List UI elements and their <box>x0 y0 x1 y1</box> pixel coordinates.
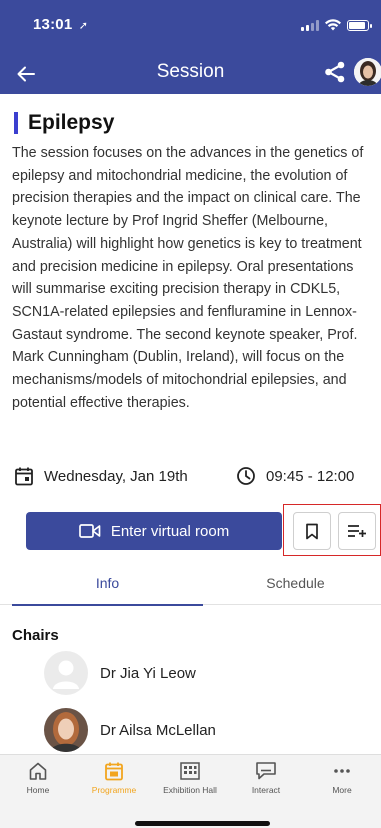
wifi-icon <box>325 19 341 31</box>
share-icon[interactable] <box>323 60 347 84</box>
bottom-nav: Home Programme Exhibition Hall Interact … <box>0 754 381 828</box>
session-description: The session focuses on the advances in t… <box>12 145 364 411</box>
more-icon <box>334 769 350 773</box>
bottom-nav-label: More <box>332 785 352 795</box>
session-title: Epilepsy <box>28 111 115 134</box>
video-camera-icon <box>78 524 101 538</box>
home-icon <box>29 762 47 780</box>
session-date: Wednesday, Jan 19th <box>14 466 188 486</box>
bottom-nav-label: Home <box>26 785 50 795</box>
title-accent-bar <box>14 112 18 134</box>
tab-info[interactable]: Info <box>12 575 203 606</box>
add-to-playlist-button[interactable] <box>338 512 376 550</box>
chat-icon <box>256 762 276 780</box>
calendar-icon <box>105 762 123 781</box>
location-icon: ➚ <box>78 20 89 32</box>
playlist-add-icon <box>348 525 366 537</box>
status-time-text: 13:01 <box>33 16 73 33</box>
bookmark-icon <box>306 523 318 539</box>
chairs-heading: Chairs <box>12 627 59 644</box>
session-header: Epilepsy <box>14 111 114 135</box>
status-bar: 13:01 ➚ <box>0 0 381 52</box>
chair-name: Dr Ailsa McLellan <box>100 721 216 739</box>
bottom-nav-programme[interactable]: Programme <box>76 761 152 795</box>
session-time-text: 09:45 - 12:00 <box>266 467 355 485</box>
bottom-nav-label: Interact <box>251 785 281 795</box>
bottom-nav-more[interactable]: More <box>304 761 380 795</box>
clock-icon <box>237 467 255 485</box>
session-meta: Wednesday, Jan 19th 09:45 - 12:00 <box>14 466 380 490</box>
bookmark-button[interactable] <box>293 512 331 550</box>
session-tabs: Info Schedule <box>0 575 381 606</box>
building-icon <box>180 762 200 780</box>
session-actions: Enter virtual room <box>0 504 381 556</box>
chair-item[interactable]: Dr Ailsa McLellan <box>44 708 216 752</box>
user-avatar[interactable] <box>354 58 381 86</box>
top-bar: 13:01 ➚ Session <box>0 0 381 94</box>
battery-icon <box>347 19 372 31</box>
avatar-placeholder <box>44 651 88 695</box>
signal-icon <box>301 19 319 31</box>
calendar-icon <box>15 467 33 486</box>
home-indicator <box>135 821 270 826</box>
session-time: 09:45 - 12:00 <box>236 466 354 486</box>
enter-virtual-room-button[interactable]: Enter virtual room <box>26 512 282 550</box>
avatar <box>44 708 88 752</box>
bottom-nav-label: Programme <box>91 785 137 795</box>
chair-item[interactable]: Dr Jia Yi Leow <box>44 651 196 695</box>
session-date-text: Wednesday, Jan 19th <box>44 467 188 485</box>
bottom-nav-label: Exhibition Hall <box>163 785 217 795</box>
tab-schedule[interactable]: Schedule <box>200 575 381 605</box>
chair-name: Dr Jia Yi Leow <box>100 664 196 682</box>
bottom-nav-home[interactable]: Home <box>0 761 76 795</box>
enter-virtual-room-label: Enter virtual room <box>110 522 230 540</box>
status-time: 13:01 ➚ <box>33 16 88 33</box>
status-icons <box>301 19 372 31</box>
bottom-nav-exhibition-hall[interactable]: Exhibition Hall <box>152 761 228 795</box>
nav-bar: Session <box>0 52 381 94</box>
bottom-nav-interact[interactable]: Interact <box>228 761 304 795</box>
